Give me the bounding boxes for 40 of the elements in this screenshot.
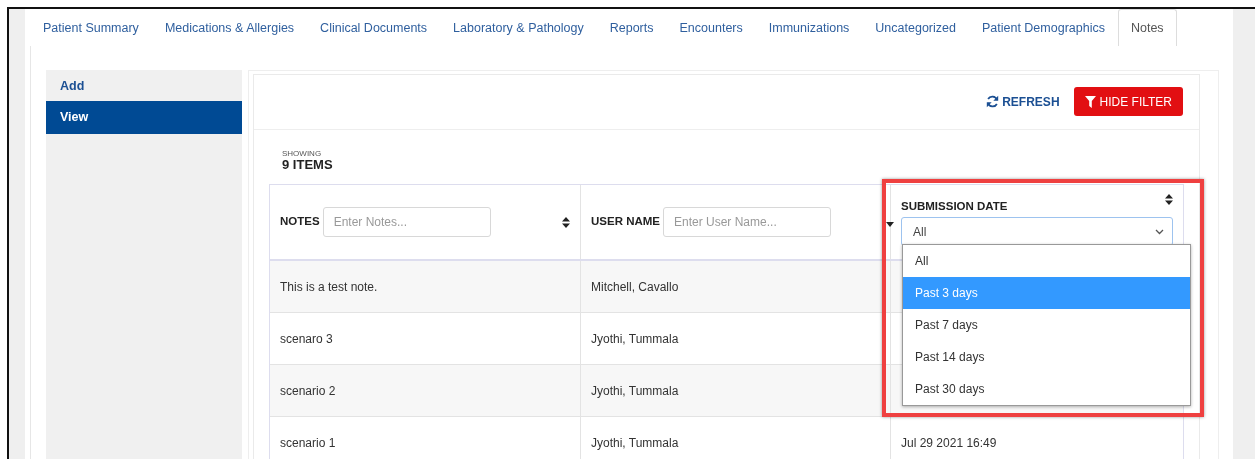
dropdown-option[interactable]: All [903, 245, 1190, 278]
table-cell-text: Mitchell, Cavallo [591, 278, 679, 296]
table-cell-text: scenaro 3 [280, 330, 333, 348]
table-cell-text: Jul 29 2021 16:49 [901, 434, 997, 452]
sidebar-item[interactable]: View [46, 100, 242, 134]
table-cell-text: scenario 1 [280, 434, 336, 452]
tab[interactable]: Encounters [666, 9, 756, 46]
tab[interactable]: Medications & Allergies [151, 9, 308, 46]
table-cell-text: Jyothi, Tummala [591, 434, 679, 452]
tab[interactable]: Clinical Documents [307, 9, 441, 46]
dropdown-option[interactable]: Past 14 days [903, 341, 1190, 374]
refresh-icon [986, 95, 1000, 109]
tab[interactable]: Patient Demographics [968, 9, 1118, 46]
tab[interactable]: Immunizations [755, 9, 863, 46]
tab[interactable]: Patient Summary [30, 9, 152, 46]
tab[interactable]: Reports [596, 9, 667, 46]
filter-field[interactable]: Enter User Name... [663, 207, 831, 238]
dropdown-option[interactable]: Past 30 days [903, 373, 1190, 406]
table-cell-text: Jyothi, Tummala [591, 382, 679, 400]
sort-icon[interactable] [562, 217, 570, 229]
sidebar-item[interactable]: Add [46, 69, 242, 101]
sort-icon[interactable] [1165, 194, 1173, 206]
table-cell-text: scenario 2 [280, 382, 336, 400]
tab[interactable]: Notes [1117, 9, 1177, 46]
tab[interactable]: Laboratory & Pathology [440, 9, 597, 46]
column-header: SUBMISSION DATE [901, 198, 1008, 214]
table-cell-text: This is a test note. [280, 278, 378, 296]
sort-descending-icon[interactable] [886, 222, 894, 228]
hide-filter-button[interactable]: HIDE FILTER [1073, 87, 1183, 117]
showing-caption: SHOWING [282, 149, 323, 158]
dropdown-option[interactable]: Past 7 days [903, 309, 1190, 342]
filter-field[interactable]: Enter Notes... [322, 207, 491, 238]
column-header: USER NAME [591, 214, 660, 230]
column-header: NOTES [280, 214, 320, 230]
refresh-button[interactable]: REFRESH [986, 92, 1060, 111]
table-cell-text: Jyothi, Tummala [591, 330, 679, 348]
item-count: 9 ITEMS [282, 157, 334, 173]
filter-icon [1084, 95, 1096, 108]
chevron-down-icon [1155, 228, 1164, 235]
tab[interactable]: Uncategorized [862, 9, 969, 46]
